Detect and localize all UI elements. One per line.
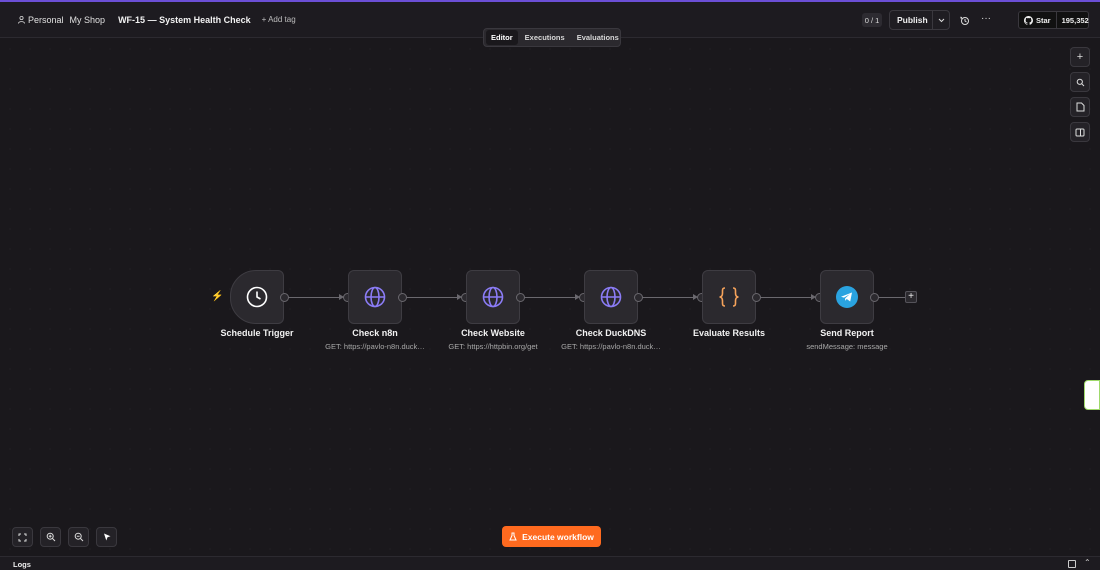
output-port[interactable] <box>280 293 289 302</box>
github-star-widget[interactable]: Star 195,352 <box>1018 11 1089 29</box>
search-nodes-button[interactable] <box>1070 72 1090 92</box>
output-port[interactable] <box>634 293 643 302</box>
zoom-out-icon <box>74 532 83 542</box>
chevron-down-icon <box>938 18 944 22</box>
node-check-duckdns[interactable] <box>584 270 638 324</box>
breadcrumb-shop[interactable]: My Shop <box>70 15 106 25</box>
trigger-bolt-icon: ⚡ <box>211 291 224 302</box>
tab-editor[interactable]: Editor <box>486 30 518 45</box>
connection-edge <box>406 297 459 298</box>
chevron-up-icon[interactable]: ⌃ <box>1084 558 1091 567</box>
code-braces-icon <box>719 287 739 307</box>
node-check-website[interactable] <box>466 270 520 324</box>
add-next-node-button[interactable]: + <box>905 291 917 303</box>
connection-edge <box>642 297 695 298</box>
zoom-in-icon <box>46 532 55 542</box>
github-star-label: Star <box>1036 15 1051 25</box>
node-evaluate-results[interactable] <box>702 270 756 324</box>
node-send-report[interactable] <box>820 270 874 324</box>
connection-edge <box>524 297 577 298</box>
connection-edge <box>288 297 341 298</box>
connection-edge <box>878 297 905 298</box>
github-star-button[interactable]: Star <box>1019 12 1057 28</box>
breadcrumb-personal-label: Personal <box>28 14 64 25</box>
output-port[interactable] <box>752 293 761 302</box>
tab-evaluations[interactable]: Evaluations <box>572 30 624 45</box>
user-icon <box>18 15 25 24</box>
add-node-button[interactable]: + <box>1070 47 1090 67</box>
node-subtitle: sendMessage: message <box>806 342 888 351</box>
clock-icon <box>246 286 268 308</box>
execute-workflow-label: Execute workflow <box>522 531 594 542</box>
toggle-panel-button[interactable] <box>1070 122 1090 142</box>
workflow-title[interactable]: WF-15 — System Health Check <box>118 15 251 25</box>
publish-button-group: Publish <box>889 10 950 30</box>
more-options-button[interactable]: ··· <box>979 12 993 26</box>
sticky-note-button[interactable] <box>1070 97 1090 117</box>
telegram-icon <box>836 286 858 308</box>
node-title: Send Report <box>820 328 874 338</box>
output-port[interactable] <box>398 293 407 302</box>
breadcrumb-personal[interactable]: Personal <box>18 15 64 25</box>
canvas-side-toolbar: + <box>1070 47 1090 142</box>
side-extension-widget[interactable] <box>1084 380 1100 410</box>
pointer-mode-button[interactable] <box>96 527 117 547</box>
github-icon <box>1024 15 1033 25</box>
connection-edge <box>760 297 813 298</box>
plus-icon: + <box>1076 51 1084 63</box>
flask-icon <box>509 532 517 541</box>
search-icon <box>1076 78 1084 86</box>
view-tabs: Editor Executions Evaluations <box>483 28 621 47</box>
add-tag-button[interactable]: + Add tag <box>262 15 296 24</box>
logs-label: Logs <box>13 560 31 569</box>
note-icon <box>1076 102 1084 112</box>
node-subtitle: GET: https://pavlo-n8n.duck… <box>561 342 661 351</box>
zoom-toolbar <box>12 527 117 547</box>
globe-icon <box>364 286 386 308</box>
globe-icon <box>482 286 504 308</box>
publish-button[interactable]: Publish <box>890 15 932 25</box>
history-icon <box>960 16 969 25</box>
logs-panel-bar[interactable]: Logs ⌃ <box>0 556 1100 570</box>
panel-icon <box>1075 128 1085 136</box>
node-check-n8n[interactable] <box>348 270 402 324</box>
output-port[interactable] <box>516 293 525 302</box>
count-badge: 0 / 1 <box>862 13 882 27</box>
ellipsis-icon: ··· <box>981 13 991 24</box>
zoom-out-button[interactable] <box>68 527 89 547</box>
node-schedule-trigger[interactable] <box>230 270 284 324</box>
cursor-icon <box>103 533 110 541</box>
tab-executions[interactable]: Executions <box>520 30 570 45</box>
execute-workflow-button[interactable]: Execute workflow <box>502 526 601 547</box>
github-star-count: 195,352 <box>1061 15 1089 25</box>
history-button[interactable] <box>958 14 972 28</box>
output-port[interactable] <box>870 293 879 302</box>
logs-popout-icon[interactable] <box>1068 560 1076 568</box>
fit-view-icon <box>18 533 27 541</box>
publish-dropdown-button[interactable] <box>932 11 949 29</box>
zoom-in-button[interactable] <box>40 527 61 547</box>
globe-icon <box>600 286 622 308</box>
fit-view-button[interactable] <box>12 527 33 547</box>
